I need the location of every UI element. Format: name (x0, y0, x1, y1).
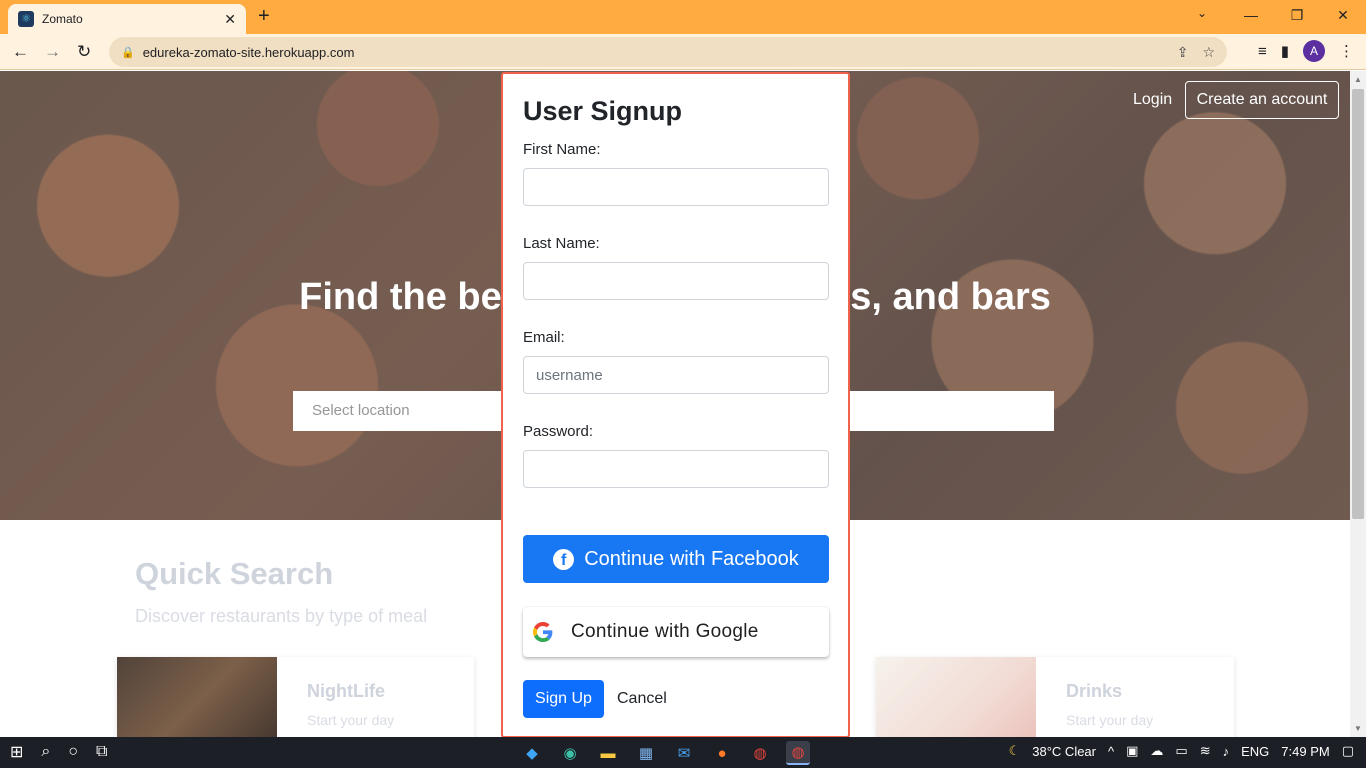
profile-avatar[interactable]: A (1303, 40, 1325, 62)
wifi-icon[interactable]: ≋ (1200, 743, 1211, 759)
lock-icon: 🔒 (121, 46, 135, 59)
toolbar-right: ≡ ▮ A ⋮ (1258, 40, 1354, 62)
forward-arrow-icon[interactable]: → (44, 42, 61, 62)
email-label: Email: (523, 329, 565, 346)
vscode-icon[interactable]: ◆ (520, 741, 544, 765)
edge-icon[interactable]: ◉ (558, 741, 582, 765)
tab-close-icon[interactable]: ✕ (224, 11, 236, 28)
page-viewport: Find the best restaurants, cafés, and ba… (0, 71, 1350, 737)
google-icon (533, 622, 553, 642)
firefox-icon[interactable]: ● (710, 741, 734, 765)
first-name-input[interactable] (523, 168, 829, 206)
windows-start-icon[interactable]: ⊞ (10, 742, 23, 762)
battery-icon[interactable]: ▭ (1175, 743, 1187, 759)
tab-search-chevron-icon[interactable]: ⌄ (1197, 6, 1207, 20)
last-name-input[interactable] (523, 262, 829, 300)
windows-taskbar: ⊞ ⌕ ○ ⧉ ◆ ◉ ▬ ▦ ✉ ● ◍ ◍ ☾ 38°C Clear ^ ▣… (0, 737, 1366, 768)
password-label: Password: (523, 423, 594, 440)
cancel-button[interactable]: Cancel (617, 690, 667, 708)
meet-icon[interactable]: ▣ (1126, 743, 1138, 759)
first-name-label: First Name: (523, 141, 601, 158)
chrome-icon[interactable]: ◍ (748, 741, 772, 765)
close-window-button[interactable]: ✕ (1320, 0, 1366, 30)
tray-chevron-icon[interactable]: ^ (1108, 744, 1114, 759)
facebook-login-button[interactable]: f Continue with Facebook (523, 535, 829, 583)
google-login-button[interactable]: Continue with Google (523, 607, 829, 657)
minimize-button[interactable]: — (1228, 0, 1274, 30)
url-bar[interactable]: 🔒 edureka-zomato-site.herokuapp.com ⇪ ☆ (109, 37, 1227, 67)
weather-text[interactable]: 38°C Clear (1032, 744, 1096, 759)
restore-button[interactable]: ❐ (1274, 0, 1320, 30)
onedrive-icon[interactable]: ☁ (1150, 743, 1163, 759)
address-bar-row: ← → ↻ 🔒 edureka-zomato-site.herokuapp.co… (0, 34, 1366, 70)
side-panel-icon[interactable]: ▮ (1281, 42, 1289, 60)
scroll-thumb[interactable] (1352, 89, 1364, 519)
react-icon: ⚛ (18, 11, 34, 27)
page-scrollbar[interactable]: ▲ ▼ (1350, 71, 1366, 737)
sign-up-button[interactable]: Sign Up (523, 680, 604, 718)
signup-modal: User Signup First Name: Last Name: Email… (501, 72, 850, 737)
email-input[interactable] (523, 356, 829, 394)
scroll-up-arrow-icon[interactable]: ▲ (1354, 75, 1362, 84)
password-input[interactable] (523, 450, 829, 488)
tab-title: Zomato (42, 12, 83, 26)
facebook-icon: f (553, 548, 575, 570)
reload-icon[interactable]: ↻ (77, 42, 91, 62)
browser-tab[interactable]: ⚛ Zomato ✕ (8, 4, 246, 34)
moon-weather-icon: ☾ (1008, 743, 1021, 758)
mail-icon[interactable]: ✉ (672, 741, 696, 765)
volume-icon[interactable]: ♪ (1223, 744, 1230, 759)
new-tab-button[interactable]: + (258, 5, 270, 27)
url-text: edureka-zomato-site.herokuapp.com (142, 44, 355, 60)
notification-icon[interactable]: ▢ (1342, 743, 1354, 759)
browser-tab-bar: ⚛ Zomato ✕ + ⌄ — ❐ ✕ (0, 0, 1366, 34)
language-indicator[interactable]: ENG (1241, 744, 1269, 759)
task-view-icon[interactable]: ⧉ (96, 743, 107, 761)
modal-title: User Signup (523, 96, 683, 126)
media-queue-icon[interactable]: ≡ (1258, 43, 1267, 60)
bookmark-star-icon[interactable]: ☆ (1202, 44, 1215, 61)
kebab-menu-icon[interactable]: ⋮ (1339, 42, 1354, 60)
facebook-button-label: Continue with Facebook (584, 547, 799, 570)
chrome-active-icon[interactable]: ◍ (786, 741, 810, 765)
google-button-label: Continue with Google (571, 621, 759, 642)
back-arrow-icon[interactable]: ← (12, 42, 29, 62)
cortana-icon[interactable]: ○ (68, 743, 78, 761)
clock[interactable]: 7:49 PM (1281, 744, 1329, 759)
share-icon[interactable]: ⇪ (1177, 44, 1189, 61)
scroll-down-arrow-icon[interactable]: ▼ (1354, 724, 1362, 733)
window-controls: — ❐ ✕ (1228, 0, 1366, 30)
store-icon[interactable]: ▦ (634, 741, 658, 765)
last-name-label: Last Name: (523, 235, 600, 252)
search-icon[interactable]: ⌕ (41, 743, 50, 761)
file-explorer-icon[interactable]: ▬ (596, 741, 620, 765)
